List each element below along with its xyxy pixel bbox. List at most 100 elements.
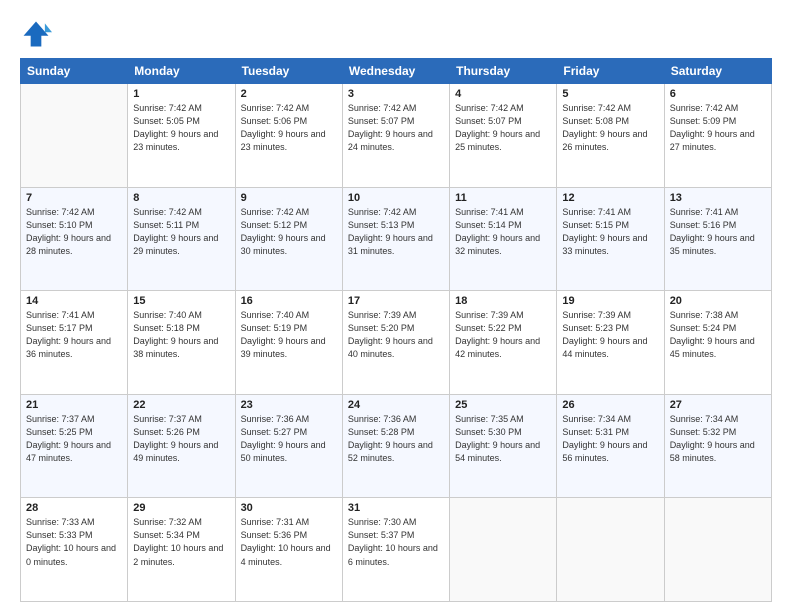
calendar-cell: 9 Sunrise: 7:42 AMSunset: 5:12 PMDaylight… bbox=[235, 187, 342, 291]
day-number: 22 bbox=[133, 399, 229, 411]
day-number: 12 bbox=[562, 192, 658, 204]
calendar-cell bbox=[450, 498, 557, 602]
calendar-cell: 17 Sunrise: 7:39 AMSunset: 5:20 PMDayligh… bbox=[342, 291, 449, 395]
calendar-cell bbox=[21, 84, 128, 188]
calendar-cell: 24 Sunrise: 7:36 AMSunset: 5:28 PMDayligh… bbox=[342, 394, 449, 498]
day-detail: Sunrise: 7:41 AMSunset: 5:15 PMDaylight:… bbox=[562, 206, 658, 258]
calendar-week-row: 28 Sunrise: 7:33 AMSunset: 5:33 PMDayligh… bbox=[21, 498, 772, 602]
calendar-week-row: 1 Sunrise: 7:42 AMSunset: 5:05 PMDaylight… bbox=[21, 84, 772, 188]
day-detail: Sunrise: 7:42 AMSunset: 5:08 PMDaylight:… bbox=[562, 102, 658, 154]
day-number: 29 bbox=[133, 502, 229, 514]
day-detail: Sunrise: 7:36 AMSunset: 5:27 PMDaylight:… bbox=[241, 413, 337, 465]
day-number: 11 bbox=[455, 192, 551, 204]
calendar-cell: 19 Sunrise: 7:39 AMSunset: 5:23 PMDayligh… bbox=[557, 291, 664, 395]
calendar-table: SundayMondayTuesdayWednesdayThursdayFrid… bbox=[20, 58, 772, 602]
day-number: 17 bbox=[348, 295, 444, 307]
day-number: 7 bbox=[26, 192, 122, 204]
day-number: 31 bbox=[348, 502, 444, 514]
day-detail: Sunrise: 7:37 AMSunset: 5:26 PMDaylight:… bbox=[133, 413, 229, 465]
day-detail: Sunrise: 7:32 AMSunset: 5:34 PMDaylight:… bbox=[133, 516, 229, 568]
header bbox=[20, 18, 772, 50]
day-detail: Sunrise: 7:42 AMSunset: 5:12 PMDaylight:… bbox=[241, 206, 337, 258]
weekday-header: Sunday bbox=[21, 59, 128, 84]
day-detail: Sunrise: 7:42 AMSunset: 5:05 PMDaylight:… bbox=[133, 102, 229, 154]
calendar-cell: 27 Sunrise: 7:34 AMSunset: 5:32 PMDayligh… bbox=[664, 394, 771, 498]
calendar-cell: 18 Sunrise: 7:39 AMSunset: 5:22 PMDayligh… bbox=[450, 291, 557, 395]
calendar-cell: 20Sunrise: 7:38 AMSunset: 5:24 PMDayligh… bbox=[664, 291, 771, 395]
day-detail: Sunrise: 7:42 AMSunset: 5:11 PMDaylight:… bbox=[133, 206, 229, 258]
day-number: 10 bbox=[348, 192, 444, 204]
calendar-cell: 21 Sunrise: 7:37 AMSunset: 5:25 PMDayligh… bbox=[21, 394, 128, 498]
day-detail: Sunrise: 7:36 AMSunset: 5:28 PMDaylight:… bbox=[348, 413, 444, 465]
day-detail: Sunrise: 7:42 AMSunset: 5:07 PMDaylight:… bbox=[348, 102, 444, 154]
day-detail: Sunrise: 7:41 AMSunset: 5:14 PMDaylight:… bbox=[455, 206, 551, 258]
day-number: 5 bbox=[562, 88, 658, 100]
calendar-cell: 26Sunrise: 7:34 AMSunset: 5:31 PMDayligh… bbox=[557, 394, 664, 498]
calendar-cell bbox=[557, 498, 664, 602]
day-number: 3 bbox=[348, 88, 444, 100]
logo-icon bbox=[20, 18, 52, 50]
calendar-week-row: 14 Sunrise: 7:41 AMSunset: 5:17 PMDayligh… bbox=[21, 291, 772, 395]
day-number: 6 bbox=[670, 88, 766, 100]
day-number: 27 bbox=[670, 399, 766, 411]
logo bbox=[20, 18, 56, 50]
calendar-cell: 1 Sunrise: 7:42 AMSunset: 5:05 PMDaylight… bbox=[128, 84, 235, 188]
day-number: 13 bbox=[670, 192, 766, 204]
day-detail: Sunrise: 7:42 AMSunset: 5:06 PMDaylight:… bbox=[241, 102, 337, 154]
day-number: 19 bbox=[562, 295, 658, 307]
day-number: 28 bbox=[26, 502, 122, 514]
calendar-cell: 2 Sunrise: 7:42 AMSunset: 5:06 PMDaylight… bbox=[235, 84, 342, 188]
day-number: 25 bbox=[455, 399, 551, 411]
calendar-cell: 23 Sunrise: 7:36 AMSunset: 5:27 PMDayligh… bbox=[235, 394, 342, 498]
day-detail: Sunrise: 7:31 AMSunset: 5:36 PMDaylight:… bbox=[241, 516, 337, 568]
calendar-cell: 10 Sunrise: 7:42 AMSunset: 5:13 PMDayligh… bbox=[342, 187, 449, 291]
weekday-header: Tuesday bbox=[235, 59, 342, 84]
day-number: 16 bbox=[241, 295, 337, 307]
day-number: 14 bbox=[26, 295, 122, 307]
calendar-week-row: 7 Sunrise: 7:42 AMSunset: 5:10 PMDaylight… bbox=[21, 187, 772, 291]
day-number: 9 bbox=[241, 192, 337, 204]
calendar-cell: 7 Sunrise: 7:42 AMSunset: 5:10 PMDaylight… bbox=[21, 187, 128, 291]
weekday-header: Wednesday bbox=[342, 59, 449, 84]
day-number: 26 bbox=[562, 399, 658, 411]
calendar-cell: 6Sunrise: 7:42 AMSunset: 5:09 PMDaylight… bbox=[664, 84, 771, 188]
day-detail: Sunrise: 7:42 AMSunset: 5:07 PMDaylight:… bbox=[455, 102, 551, 154]
day-detail: Sunrise: 7:40 AMSunset: 5:19 PMDaylight:… bbox=[241, 309, 337, 361]
day-detail: Sunrise: 7:37 AMSunset: 5:25 PMDaylight:… bbox=[26, 413, 122, 465]
day-number: 24 bbox=[348, 399, 444, 411]
calendar-cell: 5 Sunrise: 7:42 AMSunset: 5:08 PMDaylight… bbox=[557, 84, 664, 188]
weekday-header: Saturday bbox=[664, 59, 771, 84]
calendar-cell: 8 Sunrise: 7:42 AMSunset: 5:11 PMDaylight… bbox=[128, 187, 235, 291]
calendar-page: SundayMondayTuesdayWednesdayThursdayFrid… bbox=[0, 0, 792, 612]
calendar-week-row: 21 Sunrise: 7:37 AMSunset: 5:25 PMDayligh… bbox=[21, 394, 772, 498]
day-detail: Sunrise: 7:34 AMSunset: 5:32 PMDaylight:… bbox=[670, 413, 766, 465]
calendar-cell: 12 Sunrise: 7:41 AMSunset: 5:15 PMDayligh… bbox=[557, 187, 664, 291]
day-detail: Sunrise: 7:39 AMSunset: 5:22 PMDaylight:… bbox=[455, 309, 551, 361]
day-number: 4 bbox=[455, 88, 551, 100]
day-number: 2 bbox=[241, 88, 337, 100]
weekday-header: Friday bbox=[557, 59, 664, 84]
calendar-cell: 13Sunrise: 7:41 AMSunset: 5:16 PMDayligh… bbox=[664, 187, 771, 291]
day-number: 18 bbox=[455, 295, 551, 307]
calendar-cell: 28 Sunrise: 7:33 AMSunset: 5:33 PMDayligh… bbox=[21, 498, 128, 602]
day-detail: Sunrise: 7:39 AMSunset: 5:20 PMDaylight:… bbox=[348, 309, 444, 361]
day-number: 8 bbox=[133, 192, 229, 204]
weekday-header: Monday bbox=[128, 59, 235, 84]
day-detail: Sunrise: 7:41 AMSunset: 5:17 PMDaylight:… bbox=[26, 309, 122, 361]
day-detail: Sunrise: 7:42 AMSunset: 5:13 PMDaylight:… bbox=[348, 206, 444, 258]
day-number: 21 bbox=[26, 399, 122, 411]
calendar-cell: 31 Sunrise: 7:30 AMSunset: 5:37 PMDayligh… bbox=[342, 498, 449, 602]
day-detail: Sunrise: 7:42 AMSunset: 5:10 PMDaylight:… bbox=[26, 206, 122, 258]
day-detail: Sunrise: 7:39 AMSunset: 5:23 PMDaylight:… bbox=[562, 309, 658, 361]
day-number: 23 bbox=[241, 399, 337, 411]
day-detail: Sunrise: 7:35 AMSunset: 5:30 PMDaylight:… bbox=[455, 413, 551, 465]
day-number: 1 bbox=[133, 88, 229, 100]
day-detail: Sunrise: 7:33 AMSunset: 5:33 PMDaylight:… bbox=[26, 516, 122, 568]
day-detail: Sunrise: 7:30 AMSunset: 5:37 PMDaylight:… bbox=[348, 516, 444, 568]
calendar-cell: 16 Sunrise: 7:40 AMSunset: 5:19 PMDayligh… bbox=[235, 291, 342, 395]
calendar-cell: 4 Sunrise: 7:42 AMSunset: 5:07 PMDaylight… bbox=[450, 84, 557, 188]
calendar-cell: 14 Sunrise: 7:41 AMSunset: 5:17 PMDayligh… bbox=[21, 291, 128, 395]
calendar-cell: 3 Sunrise: 7:42 AMSunset: 5:07 PMDaylight… bbox=[342, 84, 449, 188]
calendar-cell: 11 Sunrise: 7:41 AMSunset: 5:14 PMDayligh… bbox=[450, 187, 557, 291]
day-number: 30 bbox=[241, 502, 337, 514]
